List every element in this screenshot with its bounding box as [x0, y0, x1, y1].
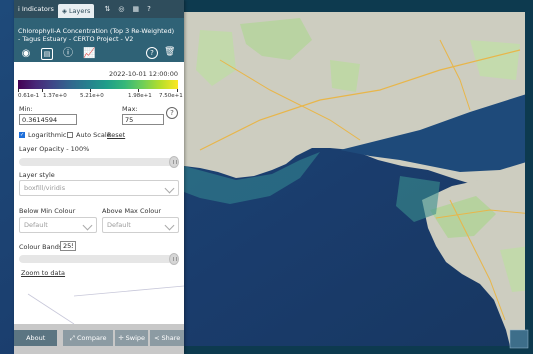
- min-label: Min:: [19, 105, 33, 113]
- chevron-down-icon: [164, 220, 175, 231]
- above-max-select[interactable]: Default: [102, 217, 179, 233]
- help-icon[interactable]: ?: [147, 5, 151, 13]
- swipe-label: Swipe: [125, 334, 146, 342]
- min-input[interactable]: [19, 114, 77, 125]
- boundary-line: [73, 285, 184, 297]
- below-min-label: Below Min Colour: [19, 207, 76, 215]
- tick-label: 1.37e+0: [43, 93, 67, 99]
- share-label: Share: [161, 334, 181, 342]
- map-frame-bottom: [184, 346, 533, 354]
- colour-bands-label: Colour Bands:: [19, 243, 65, 251]
- tick-label: 1.98e+1: [128, 93, 152, 99]
- about-label: About: [26, 334, 46, 342]
- compare-label: Compare: [76, 334, 107, 342]
- info-icon: i: [18, 5, 20, 13]
- compare-button[interactable]: ⤢ Compare: [63, 330, 113, 346]
- tick-mark: [177, 89, 178, 92]
- tab-label: Layers: [68, 7, 91, 15]
- grid-icon[interactable]: ▦: [132, 5, 139, 13]
- max-label: Max:: [122, 105, 138, 113]
- layer-action-icons: ◉ ▤ ⓘ 📈: [20, 48, 95, 60]
- park-area: [330, 60, 360, 92]
- chevron-down-icon: [82, 220, 93, 231]
- panel-tab-bar: i Indicators ◈ Layers ⇅ ◎ ▦ ?: [14, 0, 184, 18]
- layer-style-value: boxfill/viridis: [24, 184, 66, 192]
- layer-style-label: Layer style: [19, 171, 55, 179]
- layer-panel: i Indicators ◈ Layers ⇅ ◎ ▦ ? Chlorophyl…: [14, 0, 184, 354]
- info-circle-icon[interactable]: ⓘ: [62, 48, 74, 60]
- bottom-toolbar: About ⤢ Compare ✛ Swipe < Share: [14, 330, 184, 346]
- share-icon: <: [154, 334, 160, 342]
- globe-icon[interactable]: ◎: [118, 5, 124, 13]
- tick-mark: [42, 89, 43, 92]
- above-max-value: Default: [107, 221, 131, 229]
- opacity-label: Layer Opacity - 100%: [19, 145, 90, 153]
- auto-scale-checkbox[interactable]: [67, 132, 73, 138]
- map-preview-lines: [27, 285, 184, 324]
- chevron-down-icon: [164, 183, 175, 194]
- below-min-select[interactable]: Default: [19, 217, 97, 233]
- about-button[interactable]: About: [14, 330, 58, 346]
- map-frame-right: [525, 0, 533, 354]
- logarithmic-label: Logarithmic: [28, 131, 67, 139]
- compare-icon: ⤢: [69, 333, 75, 342]
- colour-bands-slider[interactable]: [19, 253, 179, 265]
- layer-style-select[interactable]: boxfill/viridis: [19, 180, 179, 196]
- tab-toolbar-icons: ⇅ ◎ ▦ ?: [104, 5, 150, 13]
- help-circle-icon[interactable]: ?: [146, 47, 158, 59]
- map-frame-top: [184, 0, 533, 12]
- mini-map[interactable]: [509, 329, 529, 349]
- tick-label: 0.61e-1: [18, 93, 40, 99]
- colour-bands-input[interactable]: [60, 241, 76, 251]
- layer-settings: 2022-10-01 12:00:00 0.61e-1 1.37e+0 5.21…: [14, 62, 184, 324]
- layer-right-icons: ? 🗑: [146, 47, 175, 59]
- swipe-icon: ✛: [118, 334, 124, 342]
- tick-label: 5.21e+0: [80, 93, 104, 99]
- max-input[interactable]: [122, 114, 164, 125]
- layer-header: Chlorophyll-A Concentration (Top 3 Re-We…: [14, 18, 184, 62]
- chart-icon[interactable]: 📈: [83, 48, 95, 60]
- opacity-slider-handle[interactable]: [169, 156, 179, 168]
- legend-date: 2022-10-01 12:00:00: [108, 70, 178, 78]
- below-min-value: Default: [24, 221, 48, 229]
- legend-icon[interactable]: ▤: [41, 48, 53, 60]
- share-button[interactable]: < Share: [150, 330, 184, 346]
- tab-layers[interactable]: ◈ Layers: [57, 4, 95, 18]
- trash-icon[interactable]: 🗑: [164, 47, 175, 58]
- layers-icon: ◈: [61, 7, 67, 15]
- range-help-icon[interactable]: ?: [166, 107, 178, 119]
- above-max-label: Above Max Colour: [102, 207, 162, 215]
- opacity-slider[interactable]: [19, 156, 179, 168]
- tick-mark: [138, 89, 139, 92]
- logarithmic-checkbox[interactable]: ✓: [19, 132, 25, 138]
- layer-title: Chlorophyll-A Concentration (Top 3 Re-We…: [18, 27, 175, 44]
- colour-bands-slider-handle[interactable]: [169, 253, 179, 265]
- reset-link[interactable]: Reset: [107, 131, 125, 139]
- eye-icon[interactable]: ◉: [20, 48, 32, 60]
- boundary-line: [27, 293, 75, 324]
- colour-bar: [18, 80, 178, 89]
- zoom-to-data-link[interactable]: Zoom to data: [21, 269, 65, 277]
- swipe-button[interactable]: ✛ Swipe: [114, 330, 149, 346]
- tab-label: Indicators: [21, 5, 54, 13]
- tick-mark: [18, 89, 19, 92]
- settings-sliders-icon[interactable]: ⇅: [104, 5, 110, 13]
- tick-label: 7.50e+1: [159, 93, 183, 99]
- tab-indicators[interactable]: i Indicators: [14, 2, 58, 16]
- tick-mark: [90, 89, 91, 92]
- auto-scale-label: Auto Scale: [76, 131, 111, 139]
